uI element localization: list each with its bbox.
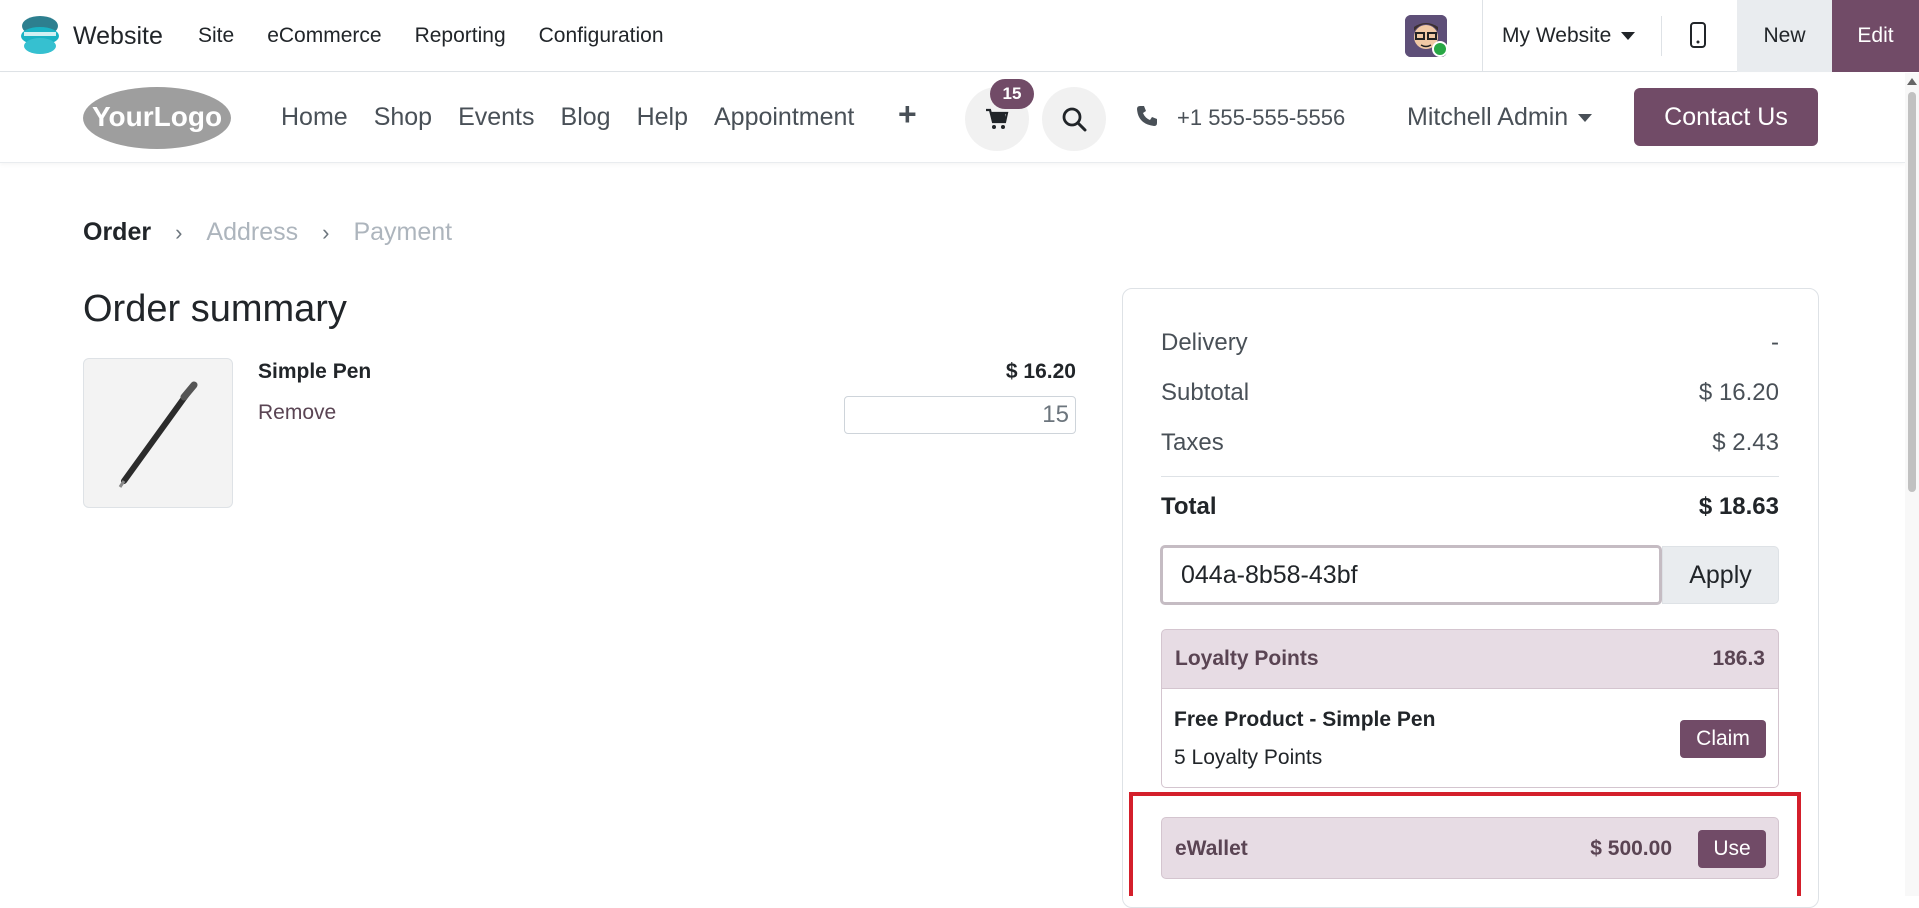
scroll-up-arrow-icon[interactable]: [1907, 78, 1917, 85]
mobile-preview-icon[interactable]: [1690, 22, 1706, 48]
website-switcher-label: My Website: [1502, 24, 1612, 47]
phone-number[interactable]: +1 555-555-5556: [1177, 105, 1345, 131]
topbar-separator: [1482, 0, 1483, 72]
ewallet-label: eWallet: [1175, 837, 1248, 860]
taxes-value: $ 2.43: [1712, 429, 1779, 456]
step-payment[interactable]: Payment: [353, 218, 452, 247]
new-button[interactable]: New: [1737, 0, 1832, 72]
nav-home[interactable]: Home: [281, 103, 348, 132]
scrollbar-thumb[interactable]: [1908, 92, 1916, 492]
product-price: $ 16.20: [1005, 360, 1076, 383]
website-switcher[interactable]: My Website: [1502, 24, 1636, 48]
subtotal-row: Subtotal $ 16.20: [1161, 379, 1779, 407]
edit-button[interactable]: Edit: [1832, 0, 1919, 72]
nav-appointment[interactable]: Appointment: [714, 103, 854, 132]
nav-shop[interactable]: Shop: [374, 103, 432, 132]
claim-button[interactable]: Claim: [1680, 720, 1766, 758]
app-name[interactable]: Website: [73, 22, 163, 51]
delivery-label: Delivery: [1161, 329, 1248, 356]
total-value: $ 18.63: [1698, 493, 1779, 520]
cart-icon: [986, 108, 1009, 129]
plus-icon[interactable]: +: [898, 96, 917, 133]
your-logo[interactable]: YourLogo: [82, 86, 232, 150]
taxes-label: Taxes: [1161, 429, 1224, 456]
nav-blog[interactable]: Blog: [561, 103, 611, 132]
pen-icon: [118, 381, 198, 488]
caret-down-icon: [1578, 114, 1593, 123]
menu-reporting[interactable]: Reporting: [415, 24, 506, 48]
cart-count-badge: 15: [990, 79, 1034, 109]
user-name: Mitchell Admin: [1407, 103, 1569, 131]
menu-configuration[interactable]: Configuration: [539, 24, 664, 48]
step-address[interactable]: Address: [206, 218, 298, 247]
delivery-row: Delivery -: [1161, 329, 1779, 357]
topbar-separator: [1661, 16, 1662, 56]
menu-site[interactable]: Site: [198, 24, 234, 48]
use-ewallet-button[interactable]: Use: [1698, 830, 1766, 868]
reward-name: Free Product - Simple Pen: [1174, 708, 1436, 731]
ewallet-amount: $ 500.00: [1590, 837, 1672, 860]
user-menu[interactable]: Mitchell Admin: [1407, 103, 1593, 132]
promo-code-input[interactable]: 044a-8b58-43bf: [1160, 545, 1662, 605]
chevron-right-icon: ›: [175, 219, 183, 245]
website-app-icon[interactable]: [20, 14, 60, 56]
menu-ecommerce[interactable]: eCommerce: [267, 24, 381, 48]
total-label: Total: [1161, 493, 1217, 520]
quantity-input[interactable]: 15: [844, 396, 1076, 434]
totals-divider: [1161, 476, 1779, 477]
loyalty-points-header: Loyalty Points 186.3: [1161, 629, 1779, 689]
caret-down-icon: [1621, 32, 1636, 41]
step-order[interactable]: Order: [83, 218, 151, 247]
reward-cost: 5 Loyalty Points: [1174, 746, 1323, 769]
odoo-topbar: Website Site eCommerce Reporting Configu…: [0, 0, 1919, 72]
contact-us-button[interactable]: Contact Us: [1634, 88, 1818, 146]
loyalty-points-value: 186.3: [1712, 647, 1765, 670]
top-menu: Site eCommerce Reporting Configuration: [198, 24, 697, 48]
remove-link[interactable]: Remove: [258, 401, 336, 425]
site-nav: Home Shop Events Blog Help Appointment: [281, 103, 880, 132]
nav-help[interactable]: Help: [637, 103, 688, 132]
loyalty-label: Loyalty Points: [1175, 647, 1319, 670]
search-icon: [1062, 107, 1087, 132]
total-row: Total $ 18.63: [1161, 493, 1779, 521]
taxes-row: Taxes $ 2.43: [1161, 429, 1779, 457]
nav-events[interactable]: Events: [458, 103, 534, 132]
subtotal-label: Subtotal: [1161, 379, 1250, 406]
page-title: Order summary: [83, 288, 347, 330]
online-status-dot: [1432, 41, 1448, 57]
product-name[interactable]: Simple Pen: [258, 360, 371, 384]
delivery-value: -: [1771, 329, 1779, 356]
search-button[interactable]: [1042, 87, 1106, 151]
checkout-breadcrumb: Order › Address › Payment: [83, 218, 452, 247]
chevron-right-icon: ›: [322, 219, 330, 245]
logo-text: YourLogo: [92, 101, 222, 132]
subtotal-value: $ 16.20: [1698, 379, 1779, 406]
phone-icon: [1137, 106, 1157, 126]
ewallet-row: eWallet $ 500.00 Use: [1161, 817, 1779, 879]
site-header: YourLogo Home Shop Events Blog Help Appo…: [0, 73, 1905, 163]
apply-button[interactable]: Apply: [1662, 546, 1779, 604]
product-image[interactable]: [83, 358, 233, 508]
